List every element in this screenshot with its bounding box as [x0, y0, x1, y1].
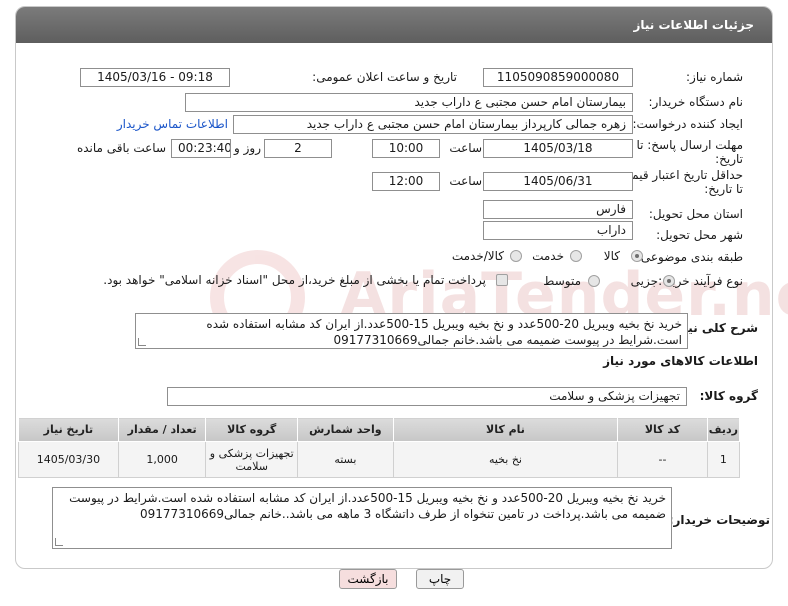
back-button[interactable]: بازگشت: [339, 569, 397, 589]
panel-header: جزئیات اطلاعات نیاز: [16, 7, 772, 43]
deadline-label-line1: مهلت ارسال پاسخ: تا: [636, 138, 743, 152]
table-row[interactable]: 1 -- نخ بخیه بسته تجهیزات پزشکی و سلامت …: [18, 441, 741, 478]
print-button[interactable]: چاپ: [416, 569, 464, 589]
treasury-checkbox[interactable]: [496, 274, 508, 286]
city-label: شهر محل تحویل:: [656, 228, 743, 242]
category-radio-goods[interactable]: [631, 250, 643, 262]
items-section-title: اطلاعات کالاهای مورد نیاز: [603, 354, 758, 368]
days-label: روز و: [234, 141, 261, 155]
validity-label-line2: تا تاریخ:: [704, 182, 743, 196]
process-radio-minor[interactable]: [663, 275, 675, 287]
province-label: استان محل تحویل:: [648, 207, 743, 221]
items-table-header: ردیف کد کالا نام کالا واحد شمارش گروه کا…: [18, 417, 741, 442]
process-radio-medium[interactable]: [588, 275, 600, 287]
category-option-service: خدمت: [532, 249, 564, 263]
buyer-notes-label: توضیحات خریدار:: [668, 513, 770, 527]
buyer-notes-text: خرید نخ بخیه ویبریل 20-500عدد و نخ بخیه …: [52, 487, 672, 549]
category-option-goods-service: کالا/خدمت: [451, 249, 504, 263]
description-text: خرید نخ بخیه ویبریل 20-500عدد و نخ بخیه …: [135, 313, 688, 349]
cell-unit: بسته: [297, 441, 394, 478]
process-option-minor: جزیی: [630, 274, 658, 288]
col-qty: تعداد / مقدار: [117, 417, 207, 442]
resize-grip-icon[interactable]: [138, 338, 146, 346]
cell-index: 1: [706, 441, 741, 478]
col-date: تاریخ نیاز: [18, 417, 119, 442]
page-title: جزئیات اطلاعات نیاز: [633, 18, 754, 32]
need-number-label: شماره نیاز:: [686, 70, 743, 84]
col-group: گروه کالا: [205, 417, 299, 442]
category-radio-service[interactable]: [570, 250, 582, 262]
treasury-note: پرداخت تمام یا بخشی از مبلغ خرید،از محل …: [103, 273, 486, 287]
province-field: فارس: [483, 200, 633, 219]
need-number-field: 1105090859000080: [483, 68, 633, 87]
buyer-org-label: نام دستگاه خریدار:: [648, 95, 744, 109]
deadline-time-field: 10:00: [372, 139, 440, 158]
cell-code: --: [617, 441, 708, 478]
buyer-org-field: بیمارستان امام حسن مجتبی ع داراب جدید: [185, 93, 633, 112]
announce-label: تاریخ و ساعت اعلان عمومی:: [312, 70, 457, 84]
col-index: ردیف: [706, 417, 741, 442]
cell-group: تجهیزات پزشکی و سلامت: [205, 441, 299, 478]
description-value: خرید نخ بخیه ویبریل 20-500عدد و نخ بخیه …: [206, 317, 682, 347]
col-name: نام کالا: [392, 417, 619, 442]
remaining-label: ساعت باقی مانده: [76, 141, 166, 155]
validity-time-field: 12:00: [372, 172, 440, 191]
col-unit: واحد شمارش: [297, 417, 394, 442]
process-option-medium: متوسط: [543, 274, 581, 288]
cell-qty: 1,000: [117, 441, 207, 478]
city-field: داراب: [483, 221, 633, 240]
creator-label: ایجاد کننده درخواست:: [632, 117, 743, 131]
items-table: ردیف کد کالا نام کالا واحد شمارش گروه کا…: [18, 417, 741, 478]
deadline-date-field: 1405/03/18: [483, 139, 633, 158]
validity-time-label: ساعت: [449, 174, 482, 188]
buyer-notes-value: خرید نخ بخیه ویبریل 20-500عدد و نخ بخیه …: [69, 491, 666, 521]
creator-field: زهره جمالی کارپرداز بیمارستان امام حسن م…: [233, 115, 633, 134]
category-radio-goods-service[interactable]: [510, 250, 522, 262]
deadline-label-line2: تاریخ:: [715, 152, 743, 166]
remaining-time-field: 00:23:40: [171, 139, 231, 158]
goods-group-label: گروه کالا:: [699, 389, 758, 403]
validity-date-field: 1405/06/31: [483, 172, 633, 191]
remaining-days-field: 2: [264, 139, 332, 158]
cell-name: نخ بخیه: [392, 441, 619, 478]
buyer-contact-link[interactable]: اطلاعات تماس خریدار: [117, 117, 228, 131]
cell-date: 1405/03/30: [18, 441, 119, 478]
goods-group-field: تجهیزات پزشکی و سلامت: [167, 387, 687, 406]
col-code: کد کالا: [617, 417, 708, 442]
validity-label-line1: حداقل تاریخ اعتبار قیمت:: [616, 168, 743, 182]
announce-field: 1405/03/16 - 09:18: [80, 68, 230, 87]
category-option-goods: کالا: [603, 249, 620, 263]
category-label: طبقه بندی موضوعی:: [636, 250, 743, 264]
resize-grip-icon[interactable]: [55, 538, 63, 546]
deadline-time-label: ساعت: [449, 141, 482, 155]
